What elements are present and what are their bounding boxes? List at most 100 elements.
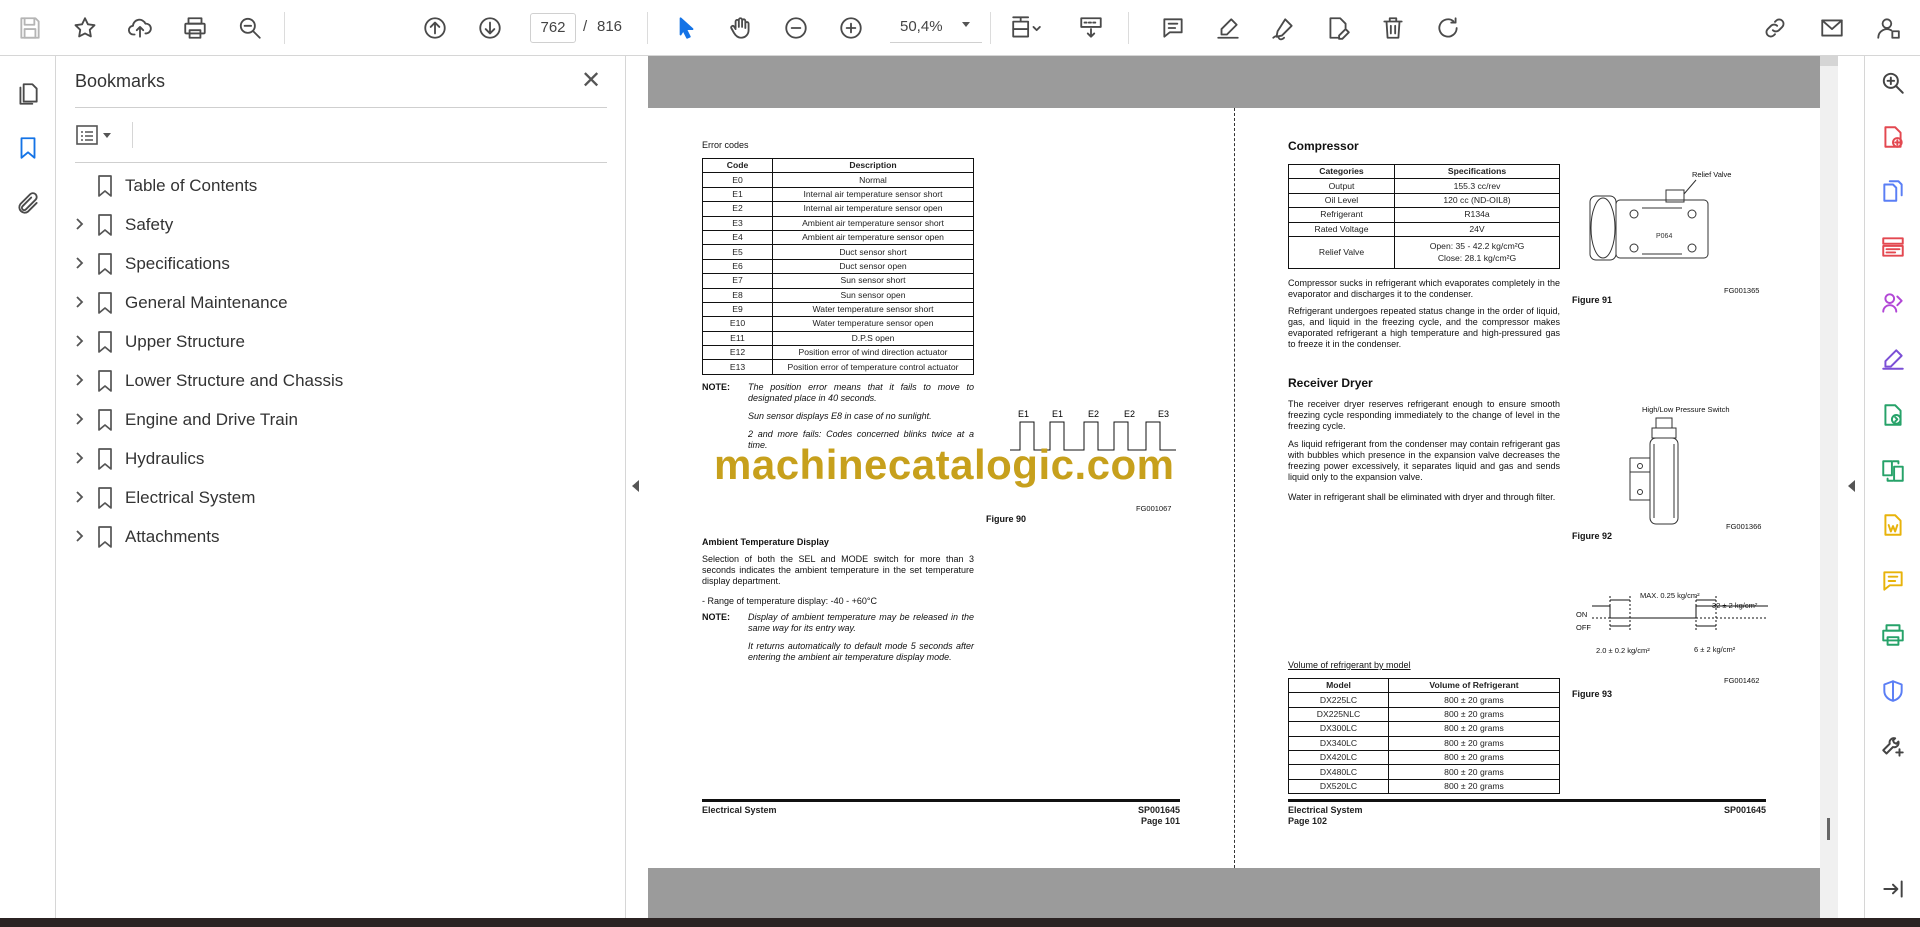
print-icon[interactable] bbox=[177, 10, 213, 46]
footer-code: SP001645 bbox=[1137, 805, 1180, 815]
table-header: Description bbox=[772, 157, 974, 174]
table-row: E2 Internal air temperature sensor open bbox=[702, 201, 974, 217]
zoom-in-icon[interactable] bbox=[833, 10, 869, 46]
comment-icon[interactable] bbox=[1878, 566, 1908, 596]
organize-pages-icon[interactable] bbox=[1878, 232, 1908, 262]
bookmark-options-button[interactable] bbox=[75, 120, 125, 150]
table-cell: Duct sensor short bbox=[772, 244, 974, 260]
diagram-label: OFF bbox=[1576, 623, 1591, 632]
chevron-down-icon[interactable] bbox=[962, 22, 970, 27]
table-cell: Relief Valve bbox=[1288, 235, 1395, 269]
chevron-right-icon[interactable] bbox=[72, 412, 86, 426]
table-cell: Refrigerant bbox=[1288, 207, 1395, 223]
bookmark-icon bbox=[94, 213, 116, 237]
bookmark-item[interactable]: Table of Contents bbox=[56, 168, 616, 204]
bookmarks-icon[interactable] bbox=[10, 130, 46, 166]
share-icon[interactable] bbox=[1878, 288, 1908, 318]
table-cell: Water temperature sensor open bbox=[772, 316, 974, 332]
current-page-input[interactable]: 762 bbox=[530, 13, 576, 43]
comment-icon[interactable] bbox=[1155, 10, 1191, 46]
zoom-out-icon[interactable] bbox=[778, 10, 814, 46]
pages-icon[interactable] bbox=[10, 76, 46, 112]
zoom-search-icon[interactable] bbox=[1878, 68, 1908, 98]
sign-icon[interactable] bbox=[1265, 10, 1301, 46]
table-cell: E3 bbox=[702, 215, 773, 231]
receiver-dryer-heading: Receiver Dryer bbox=[1288, 376, 1373, 390]
upload-icon[interactable] bbox=[122, 10, 158, 46]
account-icon[interactable] bbox=[1870, 10, 1906, 46]
more-tools-icon[interactable] bbox=[1878, 732, 1908, 762]
table-cell: 155.3 cc/rev bbox=[1394, 178, 1560, 194]
delete-icon[interactable] bbox=[1375, 10, 1411, 46]
table-row: DX420LC 800 ± 20 grams bbox=[1288, 749, 1560, 766]
print-production-icon[interactable] bbox=[1878, 620, 1908, 650]
bookmarks-title: Bookmarks bbox=[75, 71, 166, 91]
zoom-level-select[interactable]: 50,4% bbox=[890, 13, 982, 43]
page-up-icon[interactable] bbox=[417, 10, 453, 46]
page-down-icon[interactable] bbox=[472, 10, 508, 46]
bookmark-item[interactable]: General Maintenance bbox=[56, 285, 616, 321]
scroll-mode-icon[interactable] bbox=[1073, 10, 1109, 46]
list-options-icon bbox=[76, 125, 98, 145]
figure-caption: Figure 91 bbox=[1572, 295, 1613, 305]
bookmark-item[interactable]: Specifications bbox=[56, 246, 616, 282]
export-pdf-icon[interactable] bbox=[1878, 122, 1908, 152]
select-arrow-icon[interactable] bbox=[668, 10, 704, 46]
bookmark-icon bbox=[94, 291, 116, 315]
chevron-right-icon[interactable] bbox=[72, 373, 86, 387]
save-icon[interactable] bbox=[12, 10, 48, 46]
protect-icon[interactable] bbox=[1878, 676, 1908, 706]
bookmark-label: Electrical System bbox=[125, 488, 256, 507]
wave-label: E2 bbox=[1088, 409, 1099, 419]
bookmark-icon bbox=[94, 174, 116, 198]
chevron-right-icon[interactable] bbox=[72, 295, 86, 309]
export-word-icon[interactable] bbox=[1878, 510, 1908, 540]
bookmark-item[interactable]: Hydraulics bbox=[56, 441, 616, 477]
fit-page-icon[interactable] bbox=[1002, 10, 1050, 46]
chevron-right-icon[interactable] bbox=[72, 256, 86, 270]
document-scrollbar[interactable] bbox=[1820, 56, 1838, 918]
bookmark-item[interactable]: Engine and Drive Train bbox=[56, 402, 616, 438]
bookmark-item[interactable]: Attachments bbox=[56, 519, 616, 555]
send-track-icon[interactable] bbox=[1878, 400, 1908, 430]
table-cell: 24V bbox=[1394, 221, 1560, 237]
chevron-right-icon[interactable] bbox=[72, 451, 86, 465]
bookmark-item[interactable]: Upper Structure bbox=[56, 324, 616, 360]
bookmark-icon bbox=[94, 252, 116, 276]
highlight-icon[interactable] bbox=[1210, 10, 1246, 46]
bookmark-item[interactable]: Lower Structure and Chassis bbox=[56, 363, 616, 399]
scroll-thumb[interactable] bbox=[1827, 818, 1830, 840]
collapse-pane-icon[interactable] bbox=[1878, 874, 1908, 904]
chevron-right-icon[interactable] bbox=[72, 490, 86, 504]
hand-icon[interactable] bbox=[723, 10, 759, 46]
rotate-icon[interactable] bbox=[1430, 10, 1466, 46]
create-pdf-icon[interactable] bbox=[1878, 176, 1908, 206]
table-row: DX225LC 800 ± 20 grams bbox=[1288, 692, 1560, 708]
fill-sign-icon[interactable] bbox=[1878, 344, 1908, 374]
part-label: P064 bbox=[1656, 233, 1672, 240]
table-cell: E2 bbox=[702, 201, 773, 217]
mail-icon[interactable] bbox=[1814, 10, 1850, 46]
chevron-right-icon[interactable] bbox=[72, 529, 86, 543]
taskbar-strip bbox=[0, 918, 1920, 927]
bookmarks-panel: Bookmarks ✕ Table of Contents Safety Speci… bbox=[56, 56, 626, 918]
zoom-search-icon[interactable] bbox=[232, 10, 268, 46]
left-navigation-rail bbox=[0, 56, 56, 918]
close-icon[interactable]: ✕ bbox=[576, 66, 606, 96]
wave-label: E2 bbox=[1124, 409, 1135, 419]
chevron-right-icon[interactable] bbox=[72, 217, 86, 231]
bookmark-item[interactable]: Electrical System bbox=[56, 480, 616, 516]
table-cell: E1 bbox=[702, 186, 773, 203]
figure-label: High/Low Pressure Switch bbox=[1642, 405, 1730, 414]
bookmark-star-icon[interactable] bbox=[67, 10, 103, 46]
chevron-right-icon[interactable] bbox=[72, 334, 86, 348]
bookmark-item[interactable]: Safety bbox=[56, 207, 616, 243]
edit-pdf-icon[interactable] bbox=[1320, 10, 1356, 46]
left-pane-collapse-handle[interactable] bbox=[626, 56, 648, 918]
attachments-icon[interactable] bbox=[10, 186, 46, 222]
link-icon[interactable] bbox=[1757, 10, 1793, 46]
table-cell: 800 ± 20 grams bbox=[1388, 778, 1560, 795]
table-row: E13 Position error of temperature control… bbox=[702, 359, 974, 375]
right-pane-collapse-handle[interactable] bbox=[1838, 56, 1864, 918]
compare-icon[interactable] bbox=[1878, 456, 1908, 486]
